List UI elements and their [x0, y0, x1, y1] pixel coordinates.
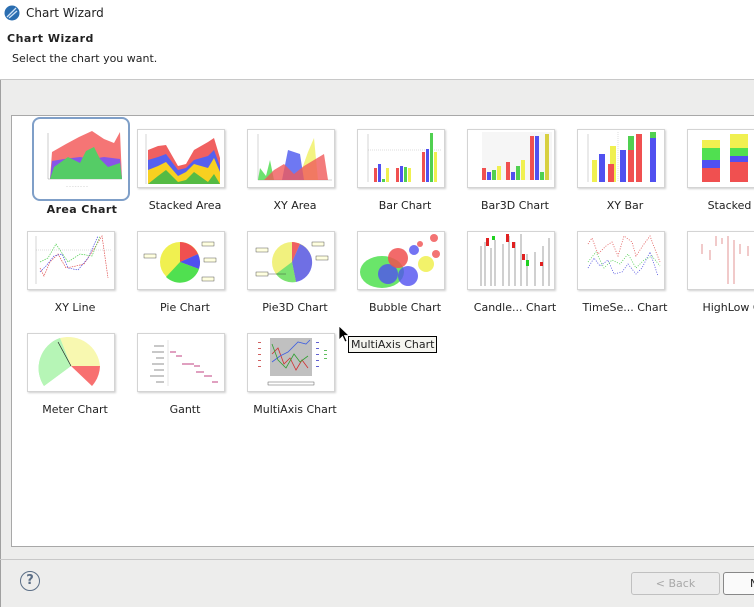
pie3d-chart-thumbnail[interactable]	[247, 231, 335, 290]
help-icon[interactable]: ?	[20, 571, 40, 591]
footer-separator	[0, 559, 754, 560]
xy-bar-icon	[587, 132, 656, 182]
chart-label: XY Line	[54, 301, 96, 314]
stacked-area-thumbnail[interactable]	[137, 129, 225, 188]
chart-label: XY Bar	[606, 199, 644, 212]
chart-label: Bubble Chart	[368, 301, 442, 314]
timeseries-chart-icon	[587, 235, 661, 277]
chart-item-bar3d[interactable]: Bar3D Chart	[455, 127, 565, 227]
chart-item-timeseries[interactable]: TimeSe... Chart	[565, 229, 675, 329]
chart-item-candlestick[interactable]: Candle... Chart	[455, 229, 565, 329]
bar-chart-icon	[367, 133, 442, 182]
chart-label: Pie3D Chart	[262, 301, 328, 314]
pie3d-chart-icon	[255, 241, 329, 283]
gantt-chart-icon	[150, 340, 218, 386]
chart-label: TimeSe... Chart	[582, 301, 668, 314]
gantt-chart-thumbnail[interactable]	[137, 333, 225, 392]
window-title: Chart Wizard	[26, 6, 104, 20]
chart-label: Gantt	[169, 403, 201, 416]
xy-line-icon	[35, 235, 112, 284]
stacked-area-icon	[145, 134, 220, 184]
chart-label: MultiAxis Chart	[253, 403, 337, 416]
tooltip: MultiAxis Chart	[348, 336, 438, 353]
chart-label: Pie Chart	[160, 301, 210, 314]
chart-label: Bar Chart	[378, 199, 432, 212]
chart-label: HighLow Ch	[702, 301, 754, 314]
chart-type-list: .. .. .. .. .. .. .. .. Area Chart Stack…	[11, 115, 754, 547]
area-chart-thumbnail[interactable]: .. .. .. .. .. .. .. ..	[32, 117, 130, 201]
chart-item-area[interactable]: .. .. .. .. .. .. .. .. Area Chart	[22, 117, 132, 217]
stacked-bar-icon	[702, 134, 748, 182]
chart-label: Candle... Chart	[473, 301, 557, 314]
back-button[interactable]: < Back	[631, 572, 720, 595]
next-button[interactable]: N	[723, 572, 754, 595]
chart-label: Stacked B	[707, 199, 754, 212]
svg-text:.. .. .. .. .. .. .. ..: .. .. .. .. .. .. .. ..	[66, 184, 88, 188]
chart-item-highlow[interactable]: HighLow Ch	[675, 229, 754, 329]
chart-item-xy-line[interactable]: XY Line	[15, 229, 125, 329]
chart-item-stacked-area[interactable]: Stacked Area	[125, 127, 235, 227]
chart-item-xy-bar[interactable]: XY Bar	[565, 127, 675, 227]
page-title: Chart Wizard	[7, 32, 94, 45]
window-border	[0, 0, 1, 607]
xy-line-thumbnail[interactable]	[27, 231, 115, 290]
xy-area-icon	[257, 134, 332, 181]
app-icon	[4, 5, 20, 21]
meter-chart-thumbnail[interactable]	[27, 333, 115, 392]
candlestick-chart-icon	[480, 234, 550, 286]
stacked-bar-thumbnail[interactable]	[687, 129, 754, 188]
chart-label: Stacked Area	[148, 199, 222, 212]
highlow-chart-icon	[701, 236, 749, 284]
area-chart-icon: .. .. .. .. .. .. .. ..	[47, 131, 122, 188]
xy-bar-thumbnail[interactable]	[577, 129, 665, 188]
chart-item-meter[interactable]: Meter Chart	[15, 331, 125, 431]
pie-chart-thumbnail[interactable]	[137, 231, 225, 290]
chart-item-gantt[interactable]: Gantt	[125, 331, 235, 431]
chart-label: Meter Chart	[42, 403, 108, 416]
chart-item-pie3d[interactable]: Pie3D Chart	[235, 229, 345, 329]
multiaxis-chart-thumbnail[interactable]	[247, 333, 335, 392]
page-description: Select the chart you want.	[12, 52, 158, 65]
chart-item-multiaxis[interactable]: MultiAxis Chart	[235, 331, 345, 431]
chart-label: Bar3D Chart	[480, 199, 549, 212]
bubble-chart-icon	[360, 234, 440, 288]
bar-chart-thumbnail[interactable]	[357, 129, 445, 188]
window-titlebar: Chart Wizard	[0, 0, 754, 26]
bar3d-chart-icon	[482, 132, 552, 180]
wizard-header: Chart Wizard Select the chart you want.	[0, 26, 754, 80]
xy-area-thumbnail[interactable]	[247, 129, 335, 188]
pie-chart-icon	[143, 241, 217, 283]
chart-item-pie[interactable]: Pie Chart	[125, 229, 235, 329]
bubble-chart-thumbnail[interactable]	[357, 231, 445, 290]
chart-item-bar[interactable]: Bar Chart	[345, 127, 455, 227]
meter-chart-icon	[38, 336, 100, 386]
chart-label: Area Chart	[46, 203, 118, 216]
highlow-chart-thumbnail[interactable]	[687, 231, 754, 290]
candlestick-chart-thumbnail[interactable]	[467, 231, 555, 290]
chart-label: XY Area	[273, 199, 317, 212]
timeseries-chart-thumbnail[interactable]	[577, 231, 665, 290]
multiaxis-chart-icon	[258, 338, 327, 386]
chart-item-xy-area[interactable]: XY Area	[235, 127, 345, 227]
chart-item-stacked-bar[interactable]: Stacked B	[675, 127, 754, 227]
chart-item-bubble[interactable]: Bubble Chart	[345, 229, 455, 329]
bar3d-chart-thumbnail[interactable]	[467, 129, 555, 188]
